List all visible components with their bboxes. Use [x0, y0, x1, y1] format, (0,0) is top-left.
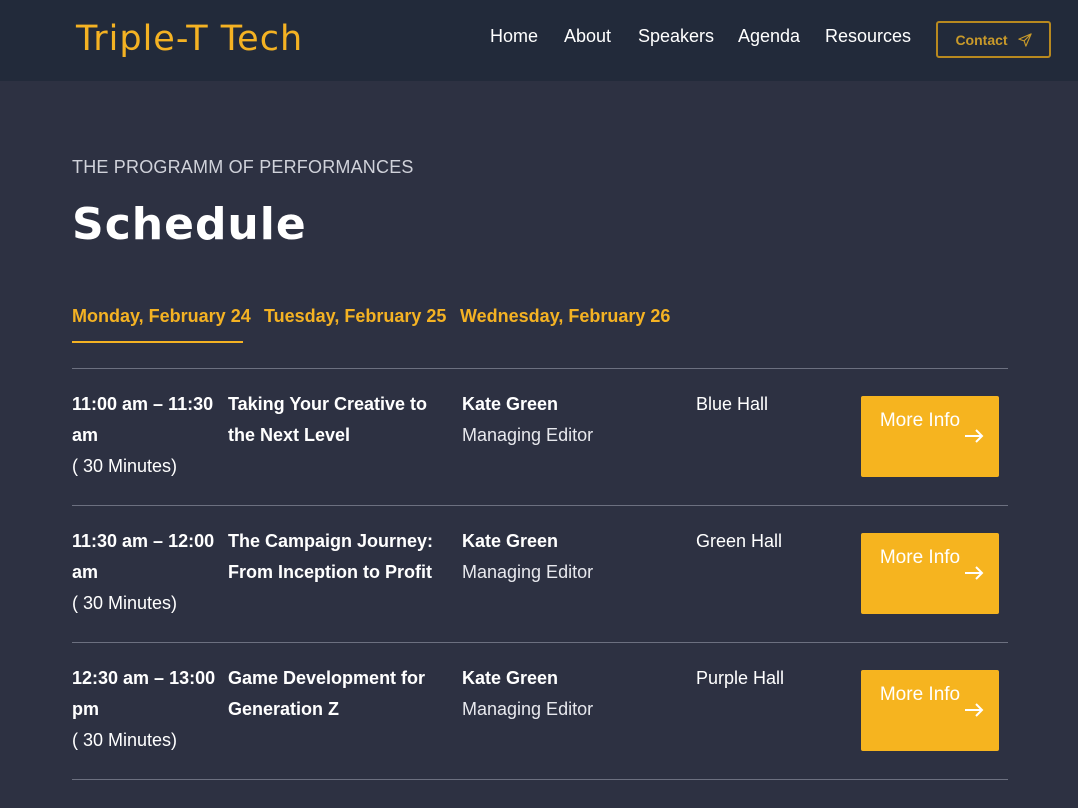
more-info-label: More Info [879, 547, 961, 568]
hall-name: Blue Hall [696, 394, 769, 414]
speaker-role: Managing Editor [462, 425, 594, 445]
more-info-label: More Info [879, 410, 961, 431]
nav-speakers[interactable]: Speakers [638, 24, 714, 48]
section-eyebrow: THE PROGRAMM OF PERFORMANCES [72, 157, 414, 177]
contact-label: Contact [955, 31, 1008, 48]
session-time: 11:00 am – 11:30 am ( 30 Minutes) [72, 389, 222, 482]
time-range: 12:30 am – 13:00 pm [72, 668, 216, 719]
nav-agenda[interactable]: Agenda [738, 24, 800, 48]
time-range: 11:30 am – 12:00 am [72, 531, 215, 582]
speaker-name: Kate Green [462, 531, 559, 551]
duration: ( 30 Minutes) [72, 730, 178, 750]
talk-title: Taking Your Creative to the Next Level [228, 394, 428, 445]
speaker: Kate Green Managing Editor [462, 663, 682, 725]
session-time: 11:30 am – 12:00 am ( 30 Minutes) [72, 526, 222, 619]
hall-name: Green Hall [696, 531, 783, 551]
nav-about[interactable]: About [564, 24, 611, 48]
site-logo[interactable]: Triple-T Tech [76, 16, 303, 62]
arrow-right-icon [965, 566, 984, 580]
talk-title: Game Development for Generation Z [228, 668, 426, 719]
nav-home[interactable]: Home [490, 24, 538, 48]
more-info-button[interactable]: More Info [861, 533, 999, 614]
divider [72, 779, 1008, 780]
tab-tuesday[interactable]: Tuesday, February 25 [264, 304, 446, 328]
divider [72, 368, 1008, 369]
divider [72, 642, 1008, 643]
active-tab-underline [72, 341, 243, 343]
more-info-label: More Info [879, 684, 961, 705]
more-info-button[interactable]: More Info [861, 670, 999, 751]
arrow-right-icon [965, 429, 984, 443]
duration: ( 30 Minutes) [72, 593, 178, 613]
more-info-button[interactable]: More Info [861, 396, 999, 477]
contact-button[interactable]: Contact [936, 21, 1051, 58]
speaker: Kate Green Managing Editor [462, 389, 682, 451]
talk-title: The Campaign Journey: From Inception to … [228, 531, 434, 582]
site-header: Triple-T Tech Home About Speakers Agenda… [0, 0, 1078, 81]
speaker-name: Kate Green [462, 668, 559, 688]
arrow-right-icon [965, 703, 984, 717]
page-title: Schedule [72, 199, 307, 250]
tab-monday[interactable]: Monday, February 24 [72, 304, 251, 328]
time-range: 11:00 am – 11:30 am [72, 394, 214, 445]
speaker-role: Managing Editor [462, 699, 594, 719]
hall-name: Purple Hall [696, 668, 785, 688]
speaker: Kate Green Managing Editor [462, 526, 682, 588]
speaker-name: Kate Green [462, 394, 559, 414]
nav-resources[interactable]: Resources [825, 24, 911, 48]
speaker-role: Managing Editor [462, 562, 594, 582]
duration: ( 30 Minutes) [72, 456, 178, 476]
paper-plane-icon [1017, 32, 1032, 47]
session-time: 12:30 am – 13:00 pm ( 30 Minutes) [72, 663, 222, 756]
divider [72, 505, 1008, 506]
tab-wednesday[interactable]: Wednesday, February 26 [460, 304, 670, 328]
